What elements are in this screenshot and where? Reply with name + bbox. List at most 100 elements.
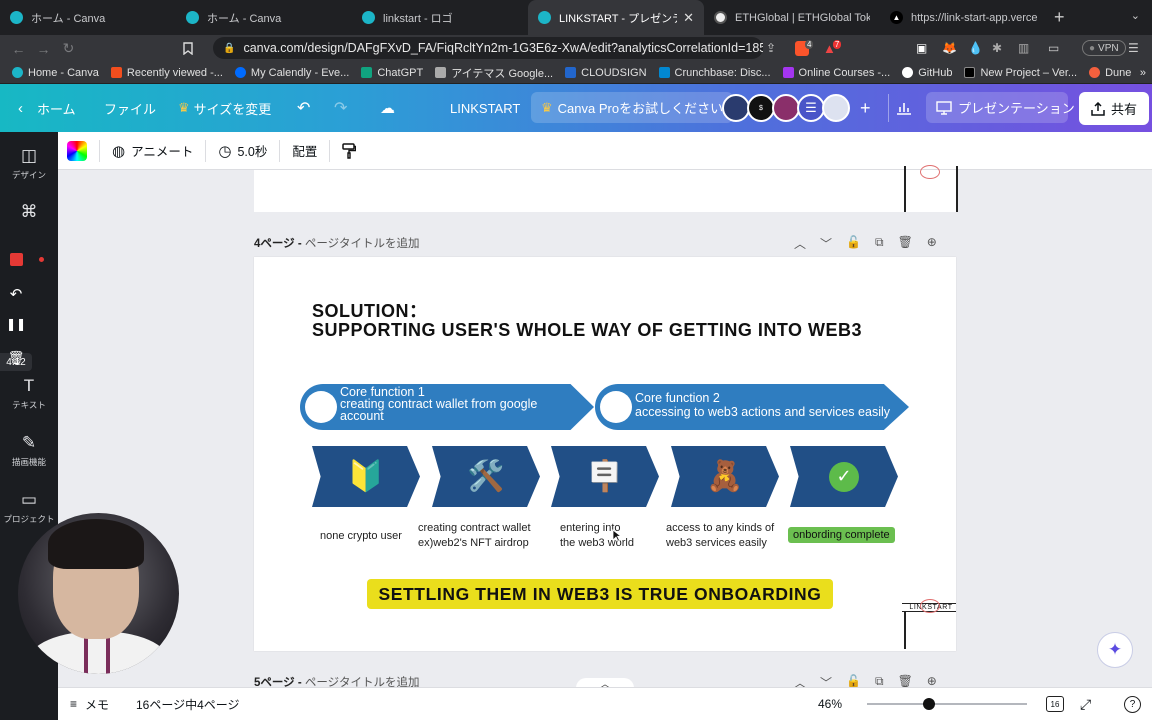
browser-tab-2[interactable]: ホーム - Canva — [176, 0, 352, 35]
metamask-icon[interactable]: 🦊 — [942, 39, 957, 57]
avatar[interactable]: $ — [747, 94, 775, 122]
browser-tab-5[interactable]: ETHGlobal | ETHGlobal Tokyo — [704, 0, 880, 35]
delete-recording-icon[interactable]: 🗑 — [6, 350, 26, 366]
paint-roller-icon[interactable] — [342, 142, 357, 159]
onboarding-complete-badge[interactable]: onbording complete — [788, 527, 895, 543]
insights-icon[interactable] — [896, 101, 912, 115]
bookmark-item[interactable]: Dune — [1089, 67, 1131, 79]
bookmark-item[interactable]: Online Courses -... — [782, 67, 890, 79]
pause-recording-icon[interactable]: ❚❚ — [6, 317, 26, 331]
zoom-slider-handle[interactable] — [923, 698, 935, 710]
brave-rewards-icon[interactable]: ▲ 7 — [823, 39, 842, 57]
back-icon[interactable]: ← — [6, 41, 31, 57]
step-caption-2[interactable]: creating contract wallet ex)web2's NFT a… — [418, 521, 531, 551]
redo-icon[interactable]: ↷ — [334, 98, 347, 118]
duration-button[interactable]: ◷ 5.0秒 — [218, 141, 267, 160]
browser-tab-3[interactable]: linkstart - ロゴ — [352, 0, 528, 35]
bookmark-item[interactable]: My Calendly - Eve... — [234, 67, 349, 79]
drop-icon[interactable]: 💧 — [968, 39, 983, 57]
true-onboarding-banner[interactable]: SETTLING THEM IN WEB3 IS TRUE ONBOARDING — [367, 579, 833, 609]
sidebar-item-draw[interactable]: ✎ 描画機能 — [0, 433, 58, 468]
file-menu[interactable]: ファイル — [104, 99, 156, 118]
step-caption-3[interactable]: entering into the web3 world — [560, 521, 634, 551]
bookmark-item[interactable]: Home - Canva — [12, 67, 99, 79]
linkstart-logo[interactable]: LINKSTART — [902, 599, 956, 649]
resize-button[interactable]: ♛ サイズを変更 — [178, 99, 271, 118]
url-bar[interactable]: 🔒 canva.com/design/DAFgFXvD_FA/FiqRcltYn… — [213, 37, 763, 59]
avatar[interactable]: ☰ — [797, 94, 825, 122]
help-button[interactable]: ? — [1124, 696, 1141, 713]
extension-icon[interactable]: ▣ — [916, 39, 927, 57]
duplicate-icon[interactable]: ⧉ — [875, 235, 884, 252]
animate-button[interactable]: ◍ アニメート — [112, 141, 193, 160]
vpn-button[interactable]: ● VPN — [1082, 39, 1126, 57]
bookmark-item[interactable]: Crunchbase: Disc... — [658, 67, 771, 79]
menu-icon[interactable]: ☰ — [1128, 39, 1139, 57]
grid-view-button[interactable]: 16 — [1046, 696, 1064, 712]
step-caption-4[interactable]: access to any kinds of web3 services eas… — [666, 521, 774, 551]
step-chevron-5[interactable]: ✓ — [790, 446, 898, 507]
lock-icon[interactable]: 🔓 — [846, 235, 861, 252]
fullscreen-icon[interactable]: ⤢ — [1080, 696, 1091, 713]
sidebar-icon[interactable]: ▥ — [1018, 39, 1029, 57]
bookmark-item[interactable]: Recently viewed -... — [110, 67, 223, 79]
document-title[interactable]: LINKSTART — [450, 101, 520, 116]
wallet-icon[interactable]: ▭ — [1048, 39, 1059, 57]
browser-tab-6[interactable]: ▲ https://link-start-app.vercel.app — [880, 0, 1048, 35]
color-picker[interactable] — [67, 140, 87, 161]
tab-search-chevron-icon[interactable]: ⌄ — [1131, 9, 1140, 22]
page-3-slide[interactable] — [254, 165, 958, 212]
sidebar-item-elements[interactable]: ⌘ — [0, 202, 58, 225]
magic-assistant-button[interactable]: ✦ — [1097, 632, 1133, 668]
step-chevron-2[interactable]: 🛠️ — [432, 446, 540, 507]
bookmark-item[interactable]: GitHub — [902, 67, 952, 79]
notes-button[interactable]: ≡ メモ — [70, 696, 109, 713]
step-chevron-4[interactable]: 🧸 — [671, 446, 779, 507]
sidebar-item-design[interactable]: ◫ デザイン — [0, 146, 58, 181]
step-chevron-3[interactable]: 🪧 — [551, 446, 659, 507]
bookmark-item[interactable]: ChatGPT — [361, 67, 423, 79]
add-collaborator-icon[interactable]: + — [860, 98, 871, 119]
step-chevron-1[interactable]: 🔰 — [312, 446, 420, 507]
canva-pro-trial-button[interactable]: ♛ Canva Proをお試しください — [531, 92, 734, 123]
restart-recording-icon[interactable]: ↶ — [6, 285, 26, 303]
home-button[interactable]: ‹ ホーム — [18, 99, 76, 118]
share-button[interactable]: 共有 — [1079, 92, 1150, 125]
step-caption-1[interactable]: none crypto user — [320, 529, 402, 544]
sidebar-item-projects[interactable]: ▭ プロジェクト — [0, 490, 58, 525]
bookmark-item[interactable]: CLOUDSIGN — [565, 67, 647, 79]
avatar[interactable] — [822, 94, 850, 122]
add-page-icon[interactable]: ⊕ — [927, 235, 937, 252]
new-tab-button[interactable]: + — [1054, 7, 1065, 28]
browser-tab-1[interactable]: ホーム - Canva — [0, 0, 176, 35]
move-up-icon[interactable]: ︿ — [794, 235, 806, 252]
core-function-1-banner[interactable]: Core function 1 creating contract wallet… — [300, 384, 594, 430]
undo-icon[interactable]: ↶ — [297, 98, 310, 118]
bookmarks-overflow-button[interactable]: » — [1140, 67, 1146, 79]
avatar[interactable] — [722, 94, 750, 122]
trash-icon[interactable]: 🗑 — [898, 235, 913, 252]
reload-icon[interactable]: ↻ — [56, 40, 81, 57]
stop-recording-icon[interactable] — [6, 253, 26, 269]
zoom-percent[interactable]: 46% — [818, 697, 842, 711]
brave-shield-icon[interactable]: 4 — [795, 39, 814, 57]
slide-title-line2[interactable]: SUPPORTING USER'S WHOLE WAY OF GETTING I… — [312, 320, 862, 341]
avatar[interactable] — [772, 94, 800, 122]
forward-icon[interactable]: → — [31, 41, 56, 57]
close-tab-icon[interactable]: ✕ — [683, 10, 694, 26]
bookmark-icon[interactable] — [183, 42, 193, 55]
bookmark-item[interactable]: New Project – Ver... — [964, 67, 1077, 79]
page-4-slide[interactable]: SOLUTION： SUPPORTING USER'S WHOLE WAY OF… — [254, 257, 956, 651]
webcam-overlay[interactable] — [18, 513, 179, 674]
present-button[interactable]: プレゼンテーション — [926, 92, 1075, 123]
share-page-icon[interactable]: ⇪ — [766, 39, 776, 57]
browser-tab-active[interactable]: LINKSTART - プレゼンテーショ ✕ — [528, 0, 704, 35]
puzzle-icon[interactable]: ✱ — [992, 39, 1002, 57]
cloud-saved-icon[interactable]: ☁ — [380, 99, 395, 117]
move-down-icon[interactable]: ﹀ — [820, 235, 832, 252]
zoom-slider-track[interactable] — [867, 703, 1027, 705]
sidebar-item-text[interactable]: T テキスト — [0, 376, 58, 411]
position-button[interactable]: 配置 — [292, 141, 317, 160]
page-4-label[interactable]: 4ページ - ページタイトルを追加 — [254, 235, 419, 251]
bookmark-item[interactable]: アイテマス Google... — [435, 65, 553, 81]
